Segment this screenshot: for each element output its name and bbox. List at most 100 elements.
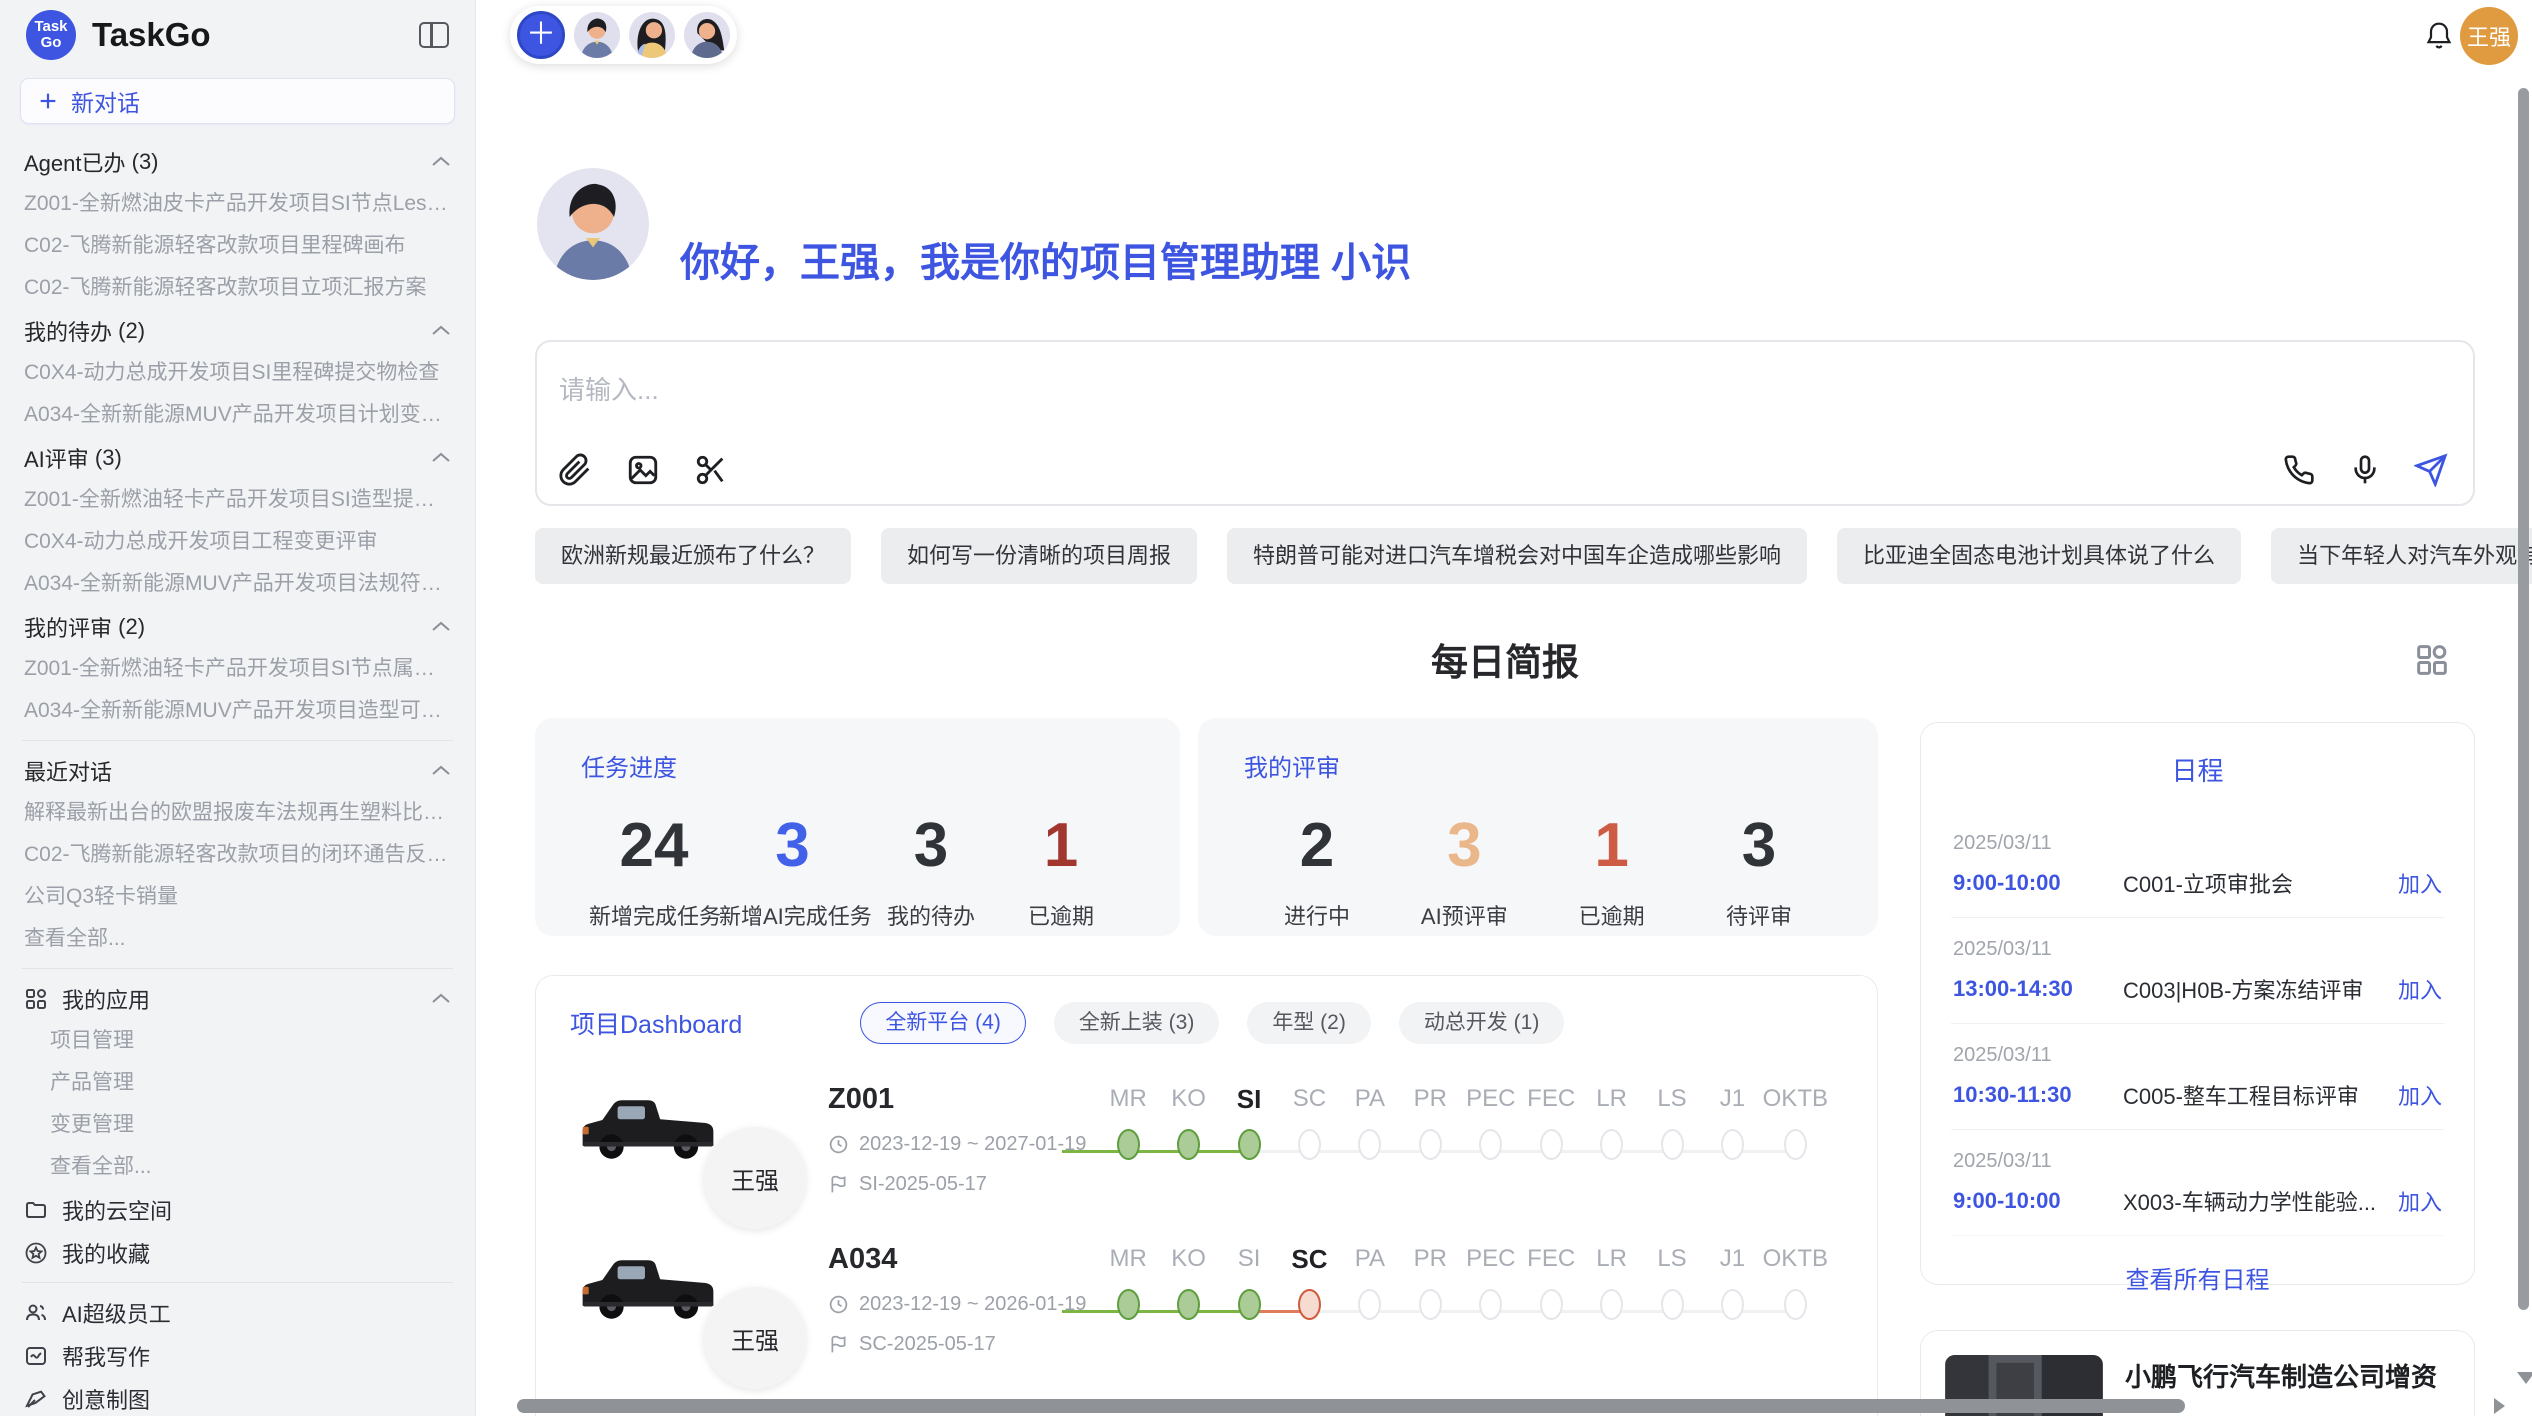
section-header-recent-chats[interactable]: 最近对话 <box>20 749 455 792</box>
sidebar-collapse-icon[interactable] <box>419 22 449 48</box>
milestone-step: SI <box>1219 1239 1279 1320</box>
schedule-item[interactable]: 2025/03/11 13:00-14:30 C003|H0B-方案冻结评审 加… <box>1951 918 2444 1024</box>
schedule-name: C005-整车工程目标评审 <box>2123 1079 2398 1111</box>
schedule-name: X003-车辆动力学性能验... <box>2123 1185 2398 1217</box>
chat-input[interactable]: 请输入... <box>535 340 2475 506</box>
schedule-title: 日程 <box>1951 751 2444 788</box>
help-me-write[interactable]: 帮我写作 <box>20 1334 455 1377</box>
new-chat-button[interactable]: 新对话 <box>20 78 455 124</box>
tab-new-body[interactable]: 全新上装 (3) <box>1054 1002 1220 1044</box>
list-item[interactable]: C02-飞腾新能源轻客改款项目立项汇报方案 <box>20 267 455 309</box>
stat-overdue: 1 已逾期 <box>1547 811 1677 931</box>
milestone-step: KO <box>1158 1239 1218 1320</box>
milestone-step: OKTB <box>1763 1079 1828 1160</box>
view-all-schedule-link[interactable]: 查看所有日程 <box>1951 1260 2444 1295</box>
user-avatar[interactable]: 王强 <box>2460 7 2518 65</box>
app-item-product-mgmt[interactable]: 产品管理 <box>20 1062 455 1104</box>
creative-drawing[interactable]: 创意制图 <box>20 1377 455 1416</box>
stat-new-completed: 24 新增完成任务 <box>589 811 719 931</box>
list-item[interactable]: C0X4-动力总成开发项目SI里程碑提交物检查 <box>20 352 455 394</box>
my-favorites[interactable]: 我的收藏 <box>20 1231 455 1274</box>
card-title: 任务进度 <box>581 748 1134 783</box>
milestone-step: LS <box>1642 1239 1702 1320</box>
schedule-date: 2025/03/11 <box>1953 1150 2442 1173</box>
ai-super-staff[interactable]: AI超级员工 <box>20 1291 455 1334</box>
notification-bell-icon[interactable] <box>2424 20 2454 52</box>
join-button[interactable]: 加入 <box>2398 1185 2442 1217</box>
plus-icon <box>37 90 59 112</box>
my-apps-header[interactable]: 我的应用 <box>20 977 455 1020</box>
list-item[interactable]: Z001-全新燃油皮卡产品开发项目SI节点Lesson Learn报告 <box>20 183 455 225</box>
schedule-item[interactable]: 2025/03/11 10:30-11:30 C005-整车工程目标评审 加入 <box>1951 1024 2444 1130</box>
join-button[interactable]: 加入 <box>2398 867 2442 899</box>
project-row-a034[interactable]: 王强 A034 2023-12-19 ~ 2026-01-19 SC-2025-… <box>536 1229 1877 1394</box>
list-item[interactable]: C02-飞腾新能源轻客改款项目里程碑画布 <box>20 225 455 267</box>
sidebar-header: Task Go TaskGo <box>20 0 455 70</box>
schedule-item[interactable]: 2025/03/11 9:00-10:00 C001-立项审批会 加入 <box>1951 812 2444 918</box>
suggestion-chip[interactable]: 当下年轻人对汽车外观有怎样的喜好趋势 <box>2271 528 2532 584</box>
image-upload-button[interactable] <box>623 450 663 490</box>
list-item[interactable]: C0X4-动力总成开发项目工程变更评审 <box>20 521 455 563</box>
stat-my-todo: 3 我的待办 <box>866 811 996 931</box>
my-cloud-space[interactable]: 我的云空间 <box>20 1188 455 1231</box>
milestone-node <box>1358 1289 1381 1320</box>
join-button[interactable]: 加入 <box>2398 1079 2442 1111</box>
milestone-step: SC <box>1279 1079 1339 1160</box>
milestone-step: PR <box>1400 1239 1460 1320</box>
recent-view-all[interactable]: 查看全部... <box>20 918 455 960</box>
tab-new-platform[interactable]: 全新平台 (4) <box>860 1002 1026 1044</box>
folder-icon <box>24 1198 48 1222</box>
join-button[interactable]: 加入 <box>2398 973 2442 1005</box>
dashboard-title: 项目Dashboard <box>570 1005 742 1041</box>
screenshot-button[interactable] <box>691 450 731 490</box>
suggestion-chip[interactable]: 特朗普可能对进口汽车增税会对中国车企造成哪些影响 <box>1227 528 1807 584</box>
milestone-step: J1 <box>1702 1239 1762 1320</box>
send-button[interactable] <box>2411 450 2451 490</box>
schedule-time: 13:00-14:30 <box>1953 976 2123 1002</box>
avatar[interactable] <box>684 12 730 58</box>
scroll-right-arrow[interactable] <box>2494 1398 2505 1414</box>
app-item-change-mgmt[interactable]: 变更管理 <box>20 1104 455 1146</box>
milestone-node-done <box>1117 1129 1140 1160</box>
apps-view-all[interactable]: 查看全部... <box>20 1146 455 1188</box>
vertical-scrollbar[interactable] <box>2518 88 2529 1310</box>
add-assistant-button[interactable]: ＋ <box>517 11 565 59</box>
suggestion-chip[interactable]: 如何写一份清晰的项目周报 <box>881 528 1197 584</box>
section-header-agent-done[interactable]: Agent已办 (3) <box>20 140 455 183</box>
suggestion-chip[interactable]: 欧洲新规最近颁布了什么？ <box>535 528 851 584</box>
schedule-date: 2025/03/11 <box>1953 832 2442 855</box>
microphone-button[interactable] <box>2345 450 2385 490</box>
project-row-z001[interactable]: 王强 Z001 2023-12-19 ~ 2027-01-19 SI-2025-… <box>536 1069 1877 1234</box>
milestone-step: PA <box>1340 1239 1400 1320</box>
project-dates: 2023-12-19 ~ 2027-01-19 <box>828 1133 1086 1156</box>
app-item-project-mgmt[interactable]: 项目管理 <box>20 1020 455 1062</box>
milestone-step: SC <box>1279 1239 1339 1320</box>
horizontal-scrollbar[interactable] <box>517 1399 2185 1413</box>
scroll-down-arrow[interactable] <box>2517 1372 2532 1384</box>
list-item[interactable]: Z001-全新燃油轻卡产品开发项目SI节点属性5D文件评审 <box>20 648 455 690</box>
list-item[interactable]: 公司Q3轻卡销量 <box>20 876 455 918</box>
milestone-step: SI <box>1219 1079 1279 1160</box>
section-header-my-todo[interactable]: 我的待办 (2) <box>20 309 455 352</box>
avatar[interactable] <box>629 12 675 58</box>
schedule-date: 2025/03/11 <box>1953 1044 2442 1067</box>
attachment-button[interactable] <box>555 450 595 490</box>
list-item[interactable]: A034-全新新能源MUV产品开发项目法规符合性评审 <box>20 563 455 605</box>
list-item[interactable]: A034-全新新能源MUV产品开发项目造型可行性评审 <box>20 690 455 732</box>
milestone-step: FEC <box>1521 1079 1581 1160</box>
milestone-node <box>1600 1289 1623 1320</box>
tab-powertrain[interactable]: 动总开发 (1) <box>1399 1002 1565 1044</box>
list-item[interactable]: Z001-全新燃油轻卡产品开发项目SI造型提交物评审 <box>20 479 455 521</box>
schedule-item[interactable]: 2025/03/11 9:00-10:00 X003-车辆动力学性能验... 加… <box>1951 1130 2444 1236</box>
list-item[interactable]: C02-飞腾新能源轻客改款项目的闭环通告反馈情况 <box>20 834 455 876</box>
section-header-my-review[interactable]: 我的评审 (2) <box>20 605 455 648</box>
tab-model-year[interactable]: 年型 (2) <box>1247 1002 1371 1044</box>
list-item[interactable]: A034-全新新能源MUV产品开发项目计划变更表编写 <box>20 394 455 436</box>
layout-grid-icon[interactable] <box>2412 640 2452 680</box>
section-header-ai-review[interactable]: AI评审 (3) <box>20 436 455 479</box>
voice-call-button[interactable] <box>2279 450 2319 490</box>
schedule-time: 9:00-10:00 <box>1953 1188 2123 1214</box>
suggestion-chip[interactable]: 比亚迪全固态电池计划具体说了什么 <box>1837 528 2241 584</box>
list-item[interactable]: 解释最新出台的欧盟报废车法规再生塑料比例被调至15%... <box>20 792 455 834</box>
avatar[interactable] <box>574 12 620 58</box>
